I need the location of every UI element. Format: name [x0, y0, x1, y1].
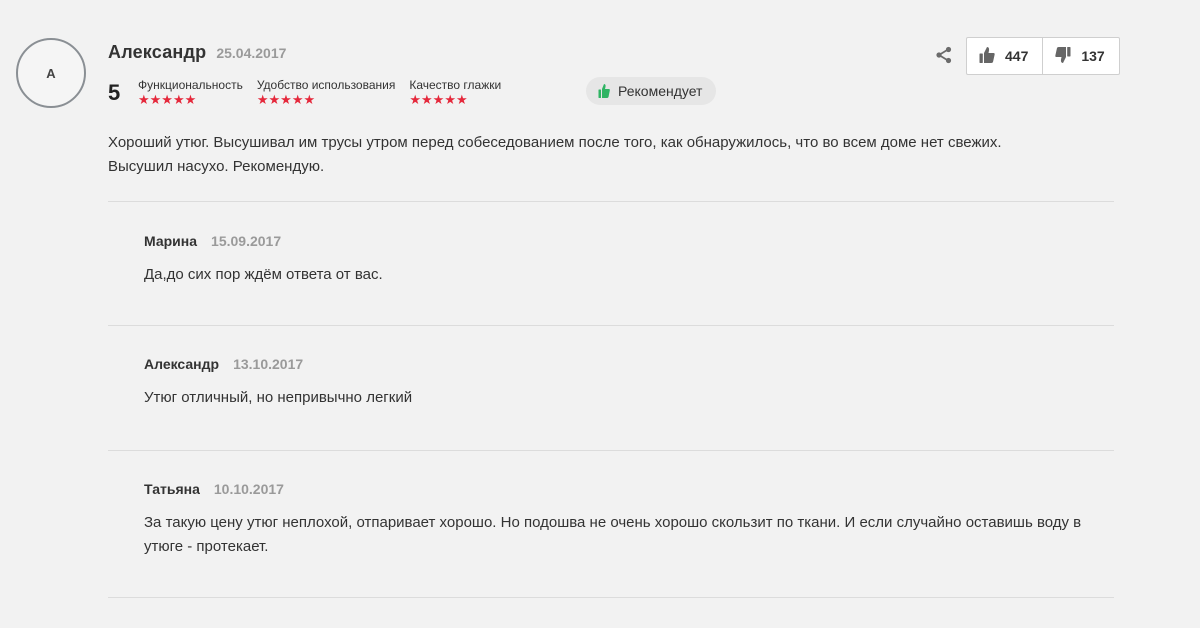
overall-rating: 5 — [108, 80, 121, 105]
like-count: 447 — [1005, 48, 1029, 64]
like-button[interactable]: 447 — [967, 38, 1042, 74]
criterion-label: Качество глажки — [409, 78, 502, 92]
divider — [108, 201, 1114, 202]
reply-text: Да,до сих пор ждём ответа от вас. — [144, 266, 383, 283]
criterion-stars: ★★★★★ — [138, 92, 197, 107]
dislike-count: 137 — [1081, 48, 1105, 64]
thumbs-down-icon — [1055, 46, 1071, 67]
review-author[interactable]: Александр — [108, 42, 206, 63]
avatar: A — [16, 38, 86, 108]
reply-author[interactable]: Марина — [144, 233, 197, 249]
criterion-stars: ★★★★★ — [256, 92, 316, 107]
vote-buttons: 447 137 — [966, 37, 1120, 75]
reply-author[interactable]: Татьяна — [144, 481, 200, 497]
divider — [108, 325, 1114, 326]
recommend-badge: Рекомендует — [586, 77, 717, 105]
reply-date: 15.09.2017 — [211, 233, 282, 249]
rating-row: 5 Функциональность ★★★★★ Удобство исполь… — [108, 78, 515, 107]
criterion-label: Удобство использования — [256, 78, 396, 92]
review-text: Хороший утюг. Высушивал им трусы утром п… — [108, 134, 1002, 175]
thumb-up-green-icon — [598, 83, 610, 99]
avatar-initial: A — [46, 65, 56, 81]
divider — [108, 450, 1114, 451]
divider — [108, 597, 1114, 598]
criterion-label: Функциональность — [138, 78, 243, 92]
reply-header: Татьяна 10.10.2017 — [144, 481, 1104, 497]
criterion-ironing-quality: Качество глажки ★★★★★ — [409, 78, 501, 107]
criterion-usability: Удобство использования ★★★★★ — [257, 78, 396, 107]
reply-date: 13.10.2017 — [233, 356, 304, 372]
reply-header: Марина 15.09.2017 — [144, 233, 1104, 249]
criterion-stars: ★★★★★ — [409, 92, 468, 107]
reply-text: За такую цену утюг неплохой, отпаривает … — [144, 514, 1082, 555]
reply-author[interactable]: Александр — [144, 356, 219, 372]
review-header: Александр 25.04.2017 — [108, 42, 286, 63]
recommend-label: Рекомендует — [618, 83, 703, 99]
reply-text: Утюг отличный, но непривычно легкий — [144, 389, 413, 406]
reply-date: 10.10.2017 — [213, 481, 284, 497]
reply-header: Александр 13.10.2017 — [144, 356, 1104, 372]
thumbs-up-icon — [979, 46, 995, 67]
dislike-button[interactable]: 137 — [1042, 38, 1118, 74]
share-icon[interactable] — [934, 45, 954, 65]
criterion-functionality: Функциональность ★★★★★ — [138, 78, 243, 107]
review-date: 25.04.2017 — [216, 45, 287, 61]
reply-item: Александр 13.10.2017 Утюг отличный, но н… — [144, 356, 1104, 410]
reply-item: Марина 15.09.2017 Да,до сих пор ждём отв… — [144, 233, 1104, 287]
reply-item: Татьяна 10.10.2017 За такую цену утюг не… — [144, 481, 1104, 559]
